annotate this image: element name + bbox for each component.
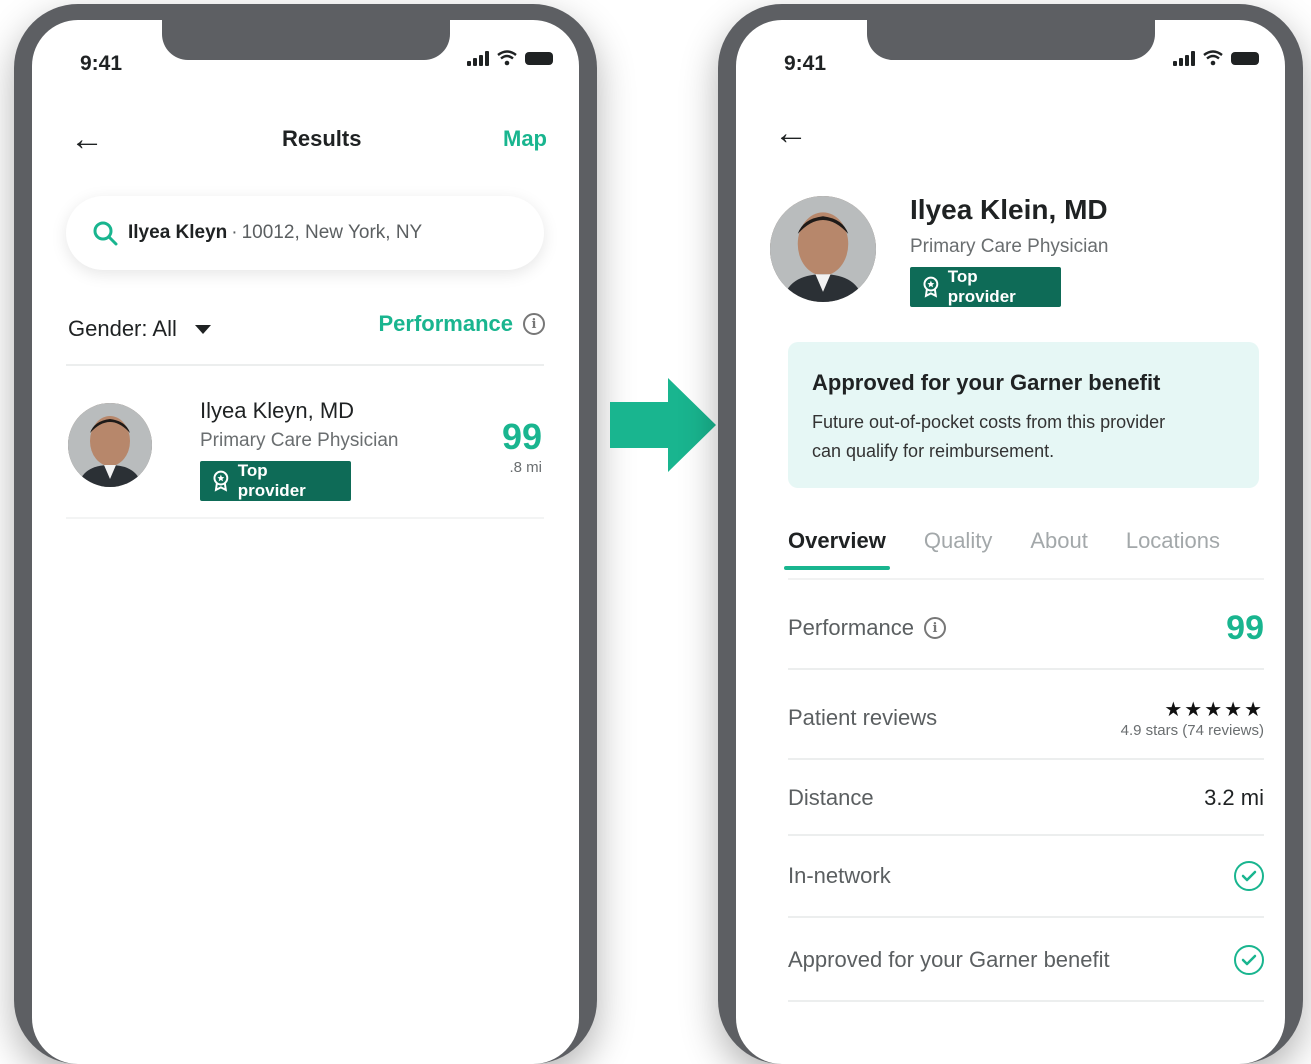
distance-label: Distance — [788, 785, 874, 810]
search-location: 10012, New York, NY — [241, 222, 423, 243]
star-rating: ★★★★★ — [1164, 699, 1264, 721]
transition-arrow-icon — [610, 378, 716, 472]
divider — [66, 517, 544, 519]
gender-filter-label: Gender: All — [68, 316, 177, 341]
award-icon — [923, 276, 939, 298]
top-provider-badge: Top provider — [910, 267, 1061, 307]
badge-label: Top provider — [947, 267, 1016, 306]
avatar — [770, 196, 876, 302]
provider-specialty: Primary Care Physician — [910, 236, 1109, 257]
provider-name: Ilyea Klein, MD — [910, 194, 1108, 225]
status-time: 9:41 — [80, 52, 123, 75]
divider — [66, 364, 544, 366]
divider — [788, 834, 1264, 836]
search-input[interactable]: Ilyea Kleyn · 10012, New York, NY — [66, 196, 544, 270]
performance-sort[interactable]: Performance i — [378, 311, 545, 337]
status-icons — [467, 50, 553, 66]
signal-icon — [467, 50, 489, 66]
performance-score: 99 — [501, 416, 542, 457]
wifi-icon — [1203, 50, 1223, 66]
doctor-portrait-icon — [770, 196, 876, 302]
gender-filter[interactable]: Gender: All — [68, 316, 211, 342]
benefit-body-line-2: can qualify for reimbursement. — [812, 441, 1055, 461]
signal-icon — [1173, 50, 1195, 66]
phone-notch — [866, 20, 1155, 60]
in-network-label: In-network — [788, 863, 891, 888]
divider — [788, 916, 1264, 918]
check-circle-icon — [1234, 861, 1264, 891]
patient-reviews-row[interactable]: Patient reviews ★★★★★ 4.9 stars (74 revi… — [788, 688, 1264, 748]
avatar — [68, 403, 152, 487]
tab-overview[interactable]: Overview — [784, 528, 890, 570]
phone-results: 9:41 ← Results Map Ilyea Kleyn · 10012, … — [14, 4, 597, 1064]
divider — [788, 668, 1264, 670]
page-title: Results — [282, 126, 362, 151]
provider-tabs: Overview Quality About Locations — [784, 528, 1220, 570]
search-query: Ilyea Kleyn — [128, 222, 228, 243]
results-screen: 9:41 ← Results Map Ilyea Kleyn · 10012, … — [32, 20, 579, 1064]
performance-score: 99 — [1226, 608, 1264, 647]
provider-detail-screen: 9:41 ← Ilyea Klein, MD Primary Care Phys… — [736, 20, 1285, 1064]
tab-about[interactable]: About — [1030, 528, 1088, 554]
in-network-row: In-network — [788, 856, 1264, 896]
distance-value: 3.2 mi — [1204, 785, 1264, 810]
performance-label: Performance — [378, 311, 513, 336]
check-circle-icon — [1234, 945, 1264, 975]
search-separator: · — [231, 222, 238, 243]
phone-notch — [161, 20, 450, 60]
distance-row: Distance 3.2 mi — [788, 778, 1264, 818]
garner-approved-row: Approved for your Garner benefit — [788, 940, 1264, 980]
battery-icon — [1231, 51, 1259, 65]
info-icon[interactable]: i — [923, 617, 946, 639]
phone-provider-detail: 9:41 ← Ilyea Klein, MD Primary Care Phys… — [718, 4, 1303, 1064]
doctor-portrait-icon — [68, 403, 152, 487]
provider-name: Ilyea Kleyn, MD — [200, 398, 355, 423]
back-arrow-icon[interactable]: ← — [70, 122, 104, 156]
garner-approved-label: Approved for your Garner benefit — [788, 947, 1110, 972]
provider-distance: .8 mi — [509, 459, 542, 476]
benefit-title: Approved for your Garner benefit — [812, 370, 1161, 395]
tab-locations[interactable]: Locations — [1126, 528, 1220, 554]
divider — [788, 758, 1264, 760]
performance-row: Performance i 99 — [788, 606, 1264, 650]
badge-label: Top provider — [237, 461, 306, 500]
garner-benefit-card: Approved for your Garner benefit Future … — [788, 342, 1259, 488]
battery-icon — [525, 51, 553, 65]
patient-reviews-label: Patient reviews — [788, 705, 938, 730]
back-arrow-icon[interactable]: ← — [774, 116, 808, 150]
performance-label: Performance — [788, 615, 914, 640]
status-icons — [1173, 50, 1259, 66]
top-provider-badge: Top provider — [200, 461, 351, 501]
wifi-icon — [497, 50, 517, 66]
provider-specialty: Primary Care Physician — [200, 430, 399, 451]
reviews-summary: 4.9 stars (74 reviews) — [1120, 722, 1264, 739]
divider — [788, 1000, 1264, 1002]
benefit-body-line-1: Future out-of-pocket costs from this pro… — [812, 412, 1166, 432]
divider — [788, 578, 1264, 580]
award-icon — [213, 470, 229, 492]
map-link[interactable]: Map — [503, 126, 547, 152]
search-icon — [93, 221, 118, 246]
tab-quality[interactable]: Quality — [924, 528, 992, 554]
info-icon[interactable]: i — [523, 313, 545, 335]
chevron-down-icon — [194, 324, 211, 334]
status-time: 9:41 — [784, 52, 827, 75]
